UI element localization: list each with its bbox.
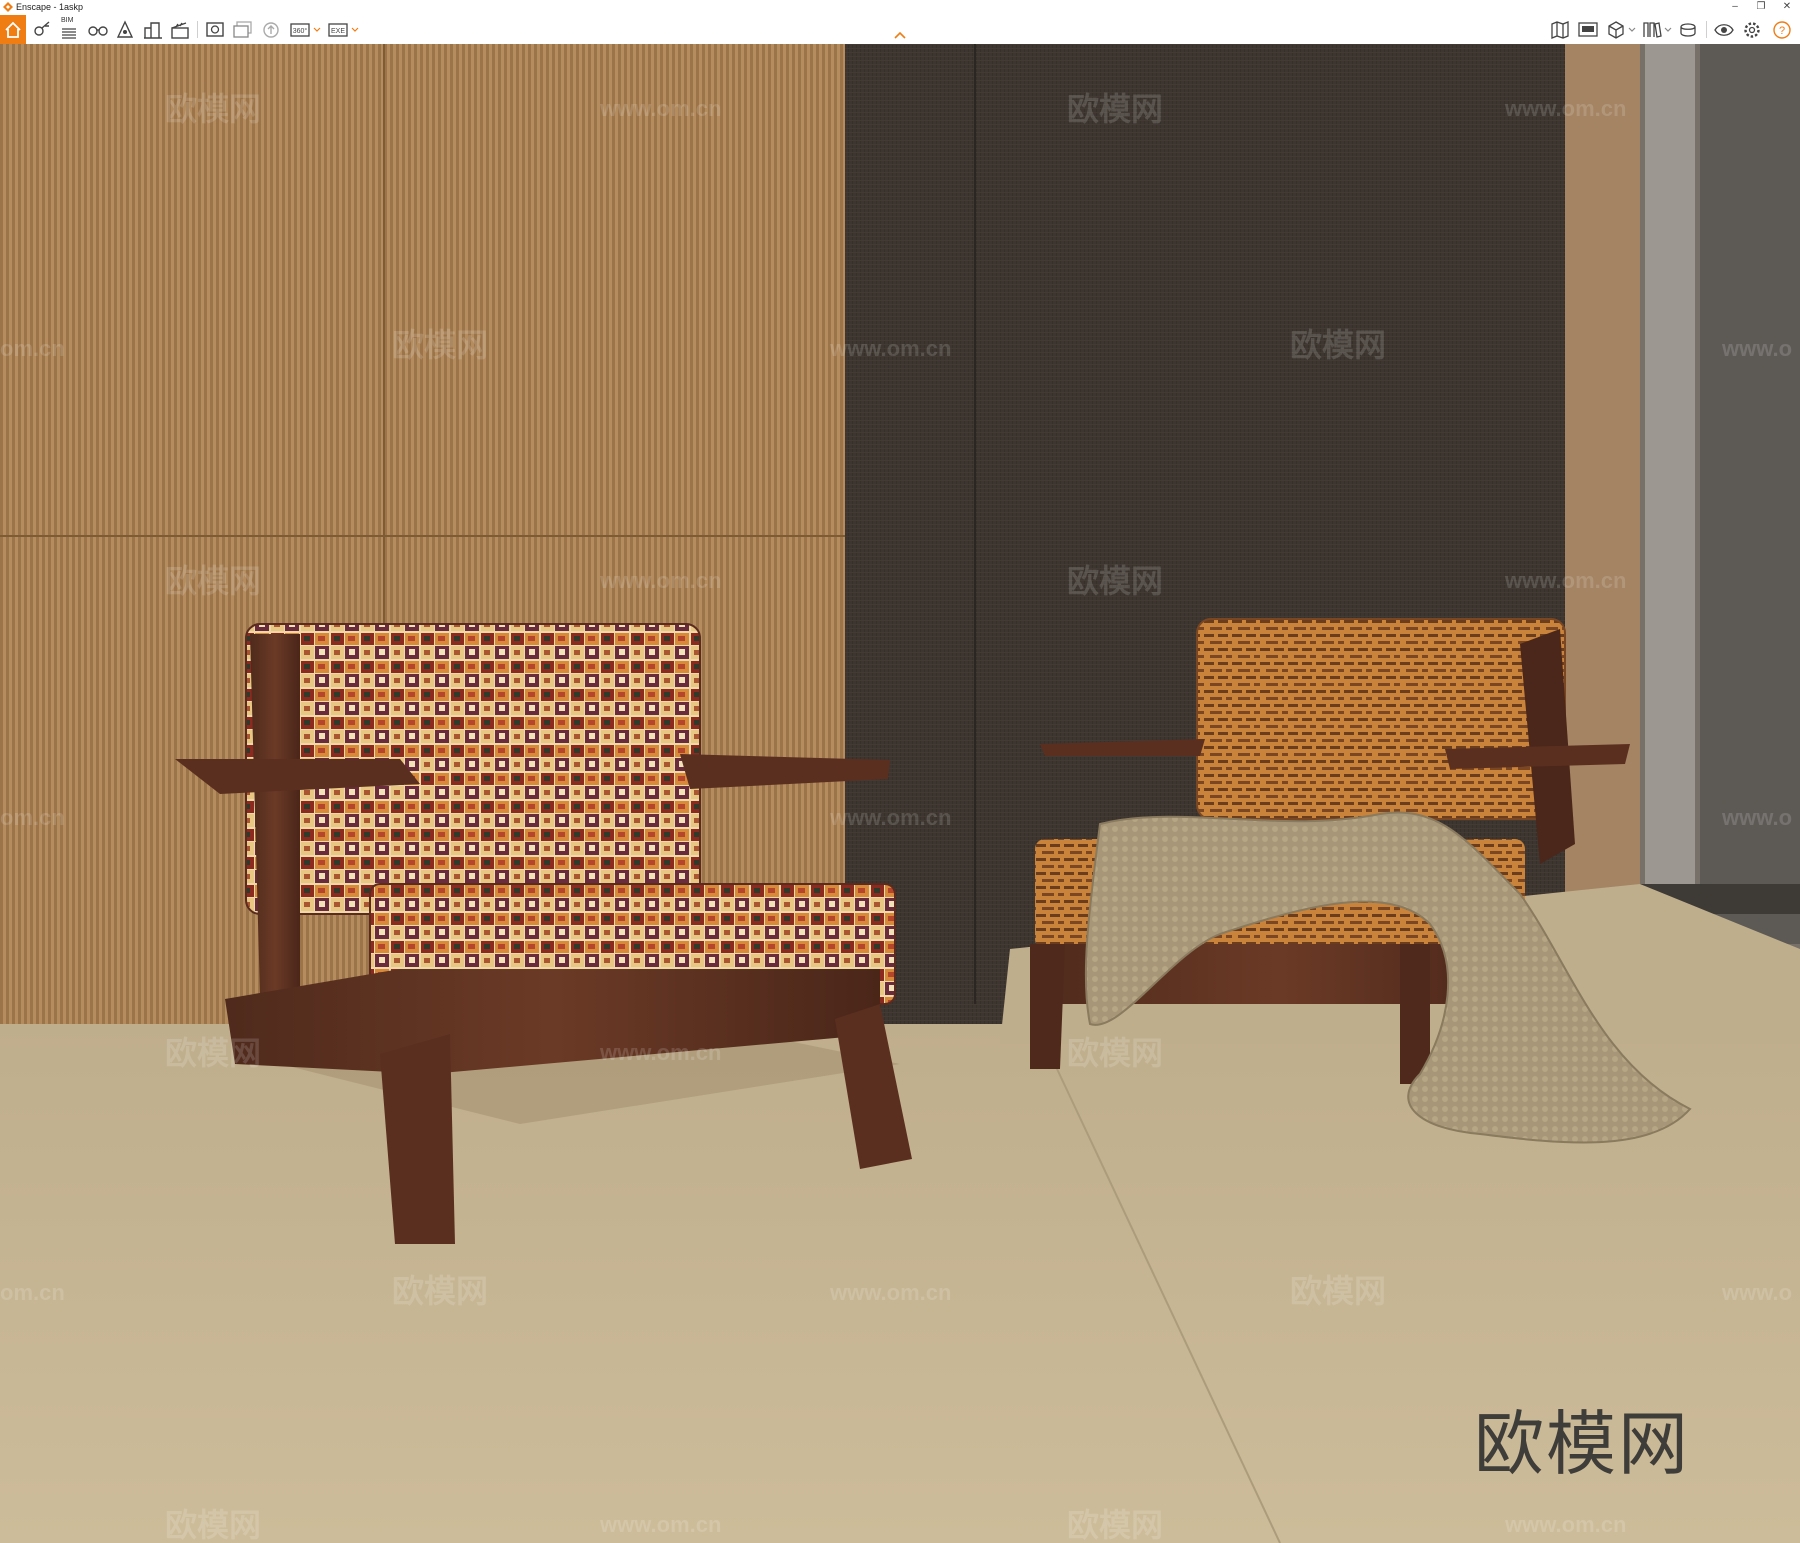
chevron-down-icon[interactable]: [351, 24, 359, 34]
asset-library-icon: [1643, 22, 1662, 38]
watermark-url: www.om.cn: [829, 1280, 951, 1305]
watermark-url: www.om.cn: [829, 805, 951, 830]
watermark-logo: 欧模网: [1290, 327, 1386, 363]
exe-label: EXE: [331, 28, 345, 35]
panorama-button[interactable]: 360°: [288, 18, 312, 41]
watermark-url: www.o: [1721, 336, 1792, 361]
restore-button[interactable]: ❐: [1748, 0, 1774, 15]
navigation-icon: [116, 20, 134, 38]
watermark-url: www.om.cn: [599, 96, 721, 121]
watermark-logo: 欧模网: [165, 91, 261, 127]
binoculars-icon: [88, 26, 108, 36]
clapperboard-icon: [171, 22, 189, 39]
watermark-logo: 欧模网: [165, 1507, 261, 1543]
batch-render-button[interactable]: [231, 18, 255, 41]
screenshot-icon: [206, 22, 224, 37]
toolbar-separator: [197, 21, 198, 38]
watermark-url: www.o: [1721, 805, 1792, 830]
view-management-icon: [1714, 24, 1734, 36]
watermark-url: www.om.cn: [599, 1512, 721, 1537]
watermark-url: www.om.cn: [829, 336, 951, 361]
watermark-logo: 欧模网: [392, 1273, 488, 1309]
material-editor-button[interactable]: [1676, 18, 1700, 41]
scene-render: 欧模网 www.om.cn 欧模网 www.om.cn om.cn 欧模网 ww…: [0, 44, 1800, 1543]
upload-button[interactable]: [259, 18, 283, 41]
toolbar-separator: [1706, 21, 1707, 38]
map-button[interactable]: [1548, 18, 1572, 41]
chevron-down-icon[interactable]: [1628, 24, 1636, 34]
bim-button[interactable]: BIM: [57, 17, 81, 41]
cube-icon: [1608, 21, 1624, 39]
enscape-logo-icon: [3, 2, 13, 12]
chevron-down-icon[interactable]: [313, 24, 321, 34]
watermark-url: www.o: [1721, 1280, 1792, 1305]
window-title: Enscape - 1askp: [16, 2, 84, 12]
watermark-logo: 欧模网: [1067, 91, 1163, 127]
screenshot-button[interactable]: [203, 18, 227, 41]
watermark-url: www.om.cn: [1504, 1512, 1626, 1537]
render-viewport[interactable]: 欧模网 www.om.cn 欧模网 www.om.cn om.cn 欧模网 ww…: [0, 44, 1800, 1543]
watermark-url: www.om.cn: [599, 568, 721, 593]
home-icon: [5, 21, 21, 38]
panorama-360-icon: 360°: [290, 23, 310, 37]
home-button[interactable]: [0, 15, 26, 44]
help-button[interactable]: ?: [1770, 18, 1794, 41]
visual-settings-icon: [34, 21, 50, 36]
watermark-url: www.om.cn: [1504, 96, 1626, 121]
panorama-label: 360°: [293, 27, 308, 35]
material-editor-icon: [1680, 23, 1696, 37]
settings-icon: [1744, 22, 1760, 38]
view-management-button[interactable]: [1712, 18, 1736, 41]
minimize-button[interactable]: –: [1722, 0, 1748, 15]
watermark-url: www.om.cn: [1504, 568, 1626, 593]
map-icon: [1551, 21, 1569, 39]
video-button[interactable]: [168, 18, 192, 41]
svg-text:?: ?: [1779, 25, 1785, 37]
watermark-logo: 欧模网: [165, 1035, 261, 1071]
watermark-url: om.cn: [0, 1280, 65, 1305]
cube-button[interactable]: [1604, 18, 1628, 41]
asset-library-button[interactable]: [1640, 18, 1664, 41]
watermark-logo: 欧模网: [1067, 1507, 1163, 1543]
video-editor-button[interactable]: [1576, 18, 1600, 41]
watermark-url: om.cn: [0, 805, 65, 830]
buildings-button[interactable]: [141, 18, 165, 41]
visual-settings-button[interactable]: [30, 18, 54, 41]
watermark-logo: 欧模网: [1067, 1035, 1163, 1071]
help-icon: ?: [1773, 21, 1791, 39]
watermark-url: om.cn: [0, 336, 65, 361]
export-exe-icon: EXE: [328, 23, 348, 37]
watermark-logo: 欧模网: [1067, 563, 1163, 599]
watermark-url: www.om.cn: [599, 1040, 721, 1065]
export-exe-button[interactable]: EXE: [326, 18, 350, 41]
settings-button[interactable]: [1740, 18, 1764, 41]
watermark-logo: 欧模网: [1290, 1273, 1386, 1309]
site-watermark: 欧模网: [1474, 1403, 1690, 1485]
bim-label: BIM: [61, 17, 74, 24]
batch-render-icon: [233, 21, 252, 38]
video-editor-icon: [1578, 22, 1598, 37]
watermark-logo: 欧模网: [165, 563, 261, 599]
binoculars-button[interactable]: [86, 18, 110, 41]
title-bar: Enscape - 1askp – ❐ ✕: [0, 0, 1800, 16]
close-button[interactable]: ✕: [1774, 0, 1800, 15]
chevron-down-icon[interactable]: [1664, 24, 1672, 34]
collapse-toolbar-chevron-icon[interactable]: [892, 30, 908, 40]
watermark-logo: 欧模网: [392, 327, 488, 363]
navigation-button[interactable]: [113, 18, 137, 41]
buildings-icon: [144, 22, 162, 39]
upload-icon: [263, 22, 279, 38]
